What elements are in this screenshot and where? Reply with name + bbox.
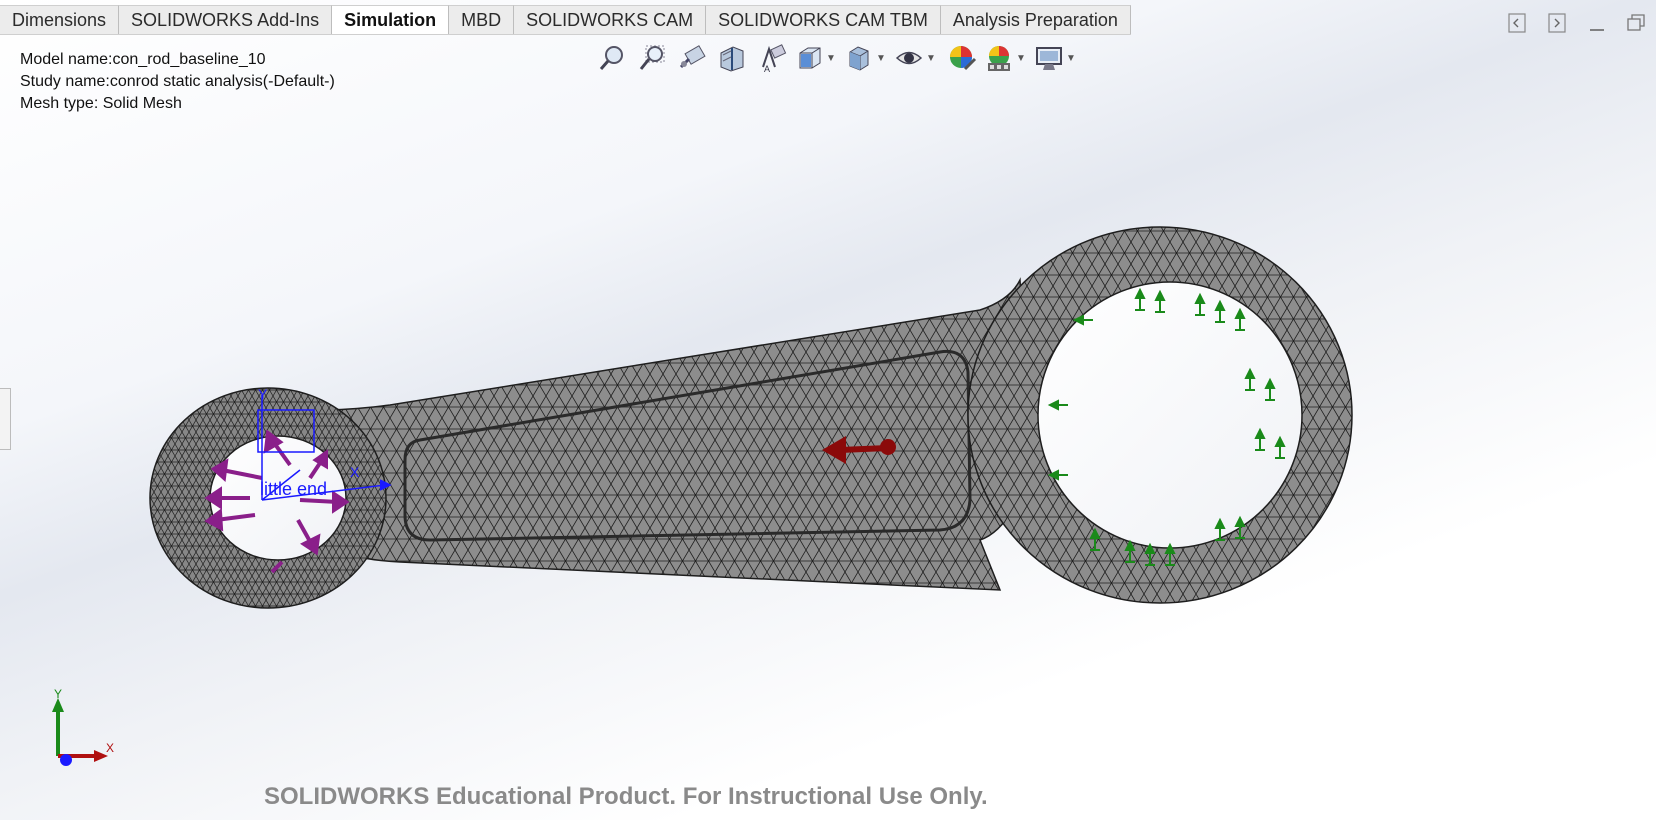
graphics-viewport[interactable]: Y X little end [0, 0, 1656, 820]
educational-watermark: SOLIDWORKS Educational Product. For Inst… [264, 783, 988, 810]
reference-triad: Y X [52, 688, 114, 766]
svg-text:X: X [350, 464, 360, 480]
coordinate-system-label: little end [260, 479, 327, 499]
triad-y-label: Y [54, 688, 62, 701]
conrod-shank [319, 277, 1031, 591]
svg-text:Y: Y [258, 386, 268, 402]
triad-x-label: X [106, 741, 114, 755]
